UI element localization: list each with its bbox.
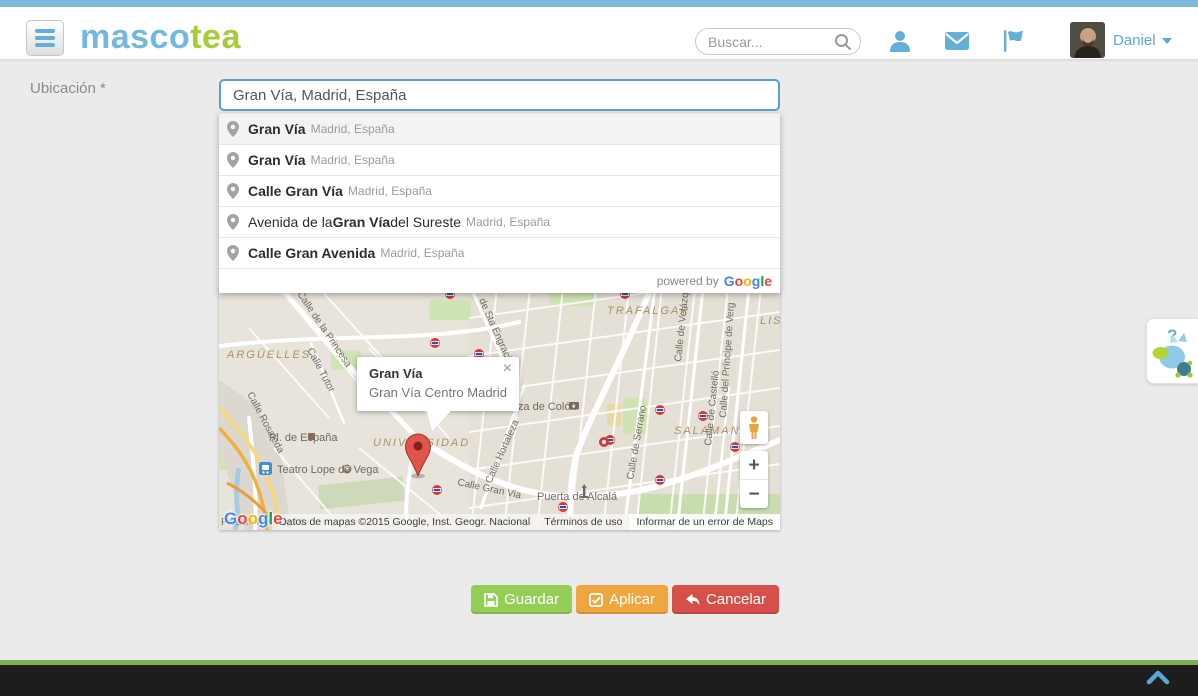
chevron-down-icon <box>1162 38 1172 44</box>
mascot-nose <box>1153 347 1169 359</box>
save-button[interactable]: Guardar <box>471 585 572 614</box>
logo[interactable]: mascotea <box>80 18 241 57</box>
suggestion-item[interactable]: Gran Vía Madrid, España <box>219 145 780 176</box>
pegman-icon <box>747 416 761 440</box>
train-station-icon <box>259 462 272 475</box>
suggestion-item[interactable]: Calle Gran Avenida Madrid, España <box>219 238 780 269</box>
zoom-controls: + − <box>740 451 768 508</box>
hamburger-icon <box>35 29 55 33</box>
roundabout-icon <box>599 437 609 447</box>
apply-button[interactable]: Aplicar <box>576 585 668 614</box>
map-attribution: Datos de mapas ©2015 Google, Inst. Geogr… <box>272 514 780 530</box>
suggestion-item[interactable]: Gran Vía Madrid, España <box>219 114 780 145</box>
suggestion-item[interactable]: Calle Gran Vía Madrid, España <box>219 176 780 207</box>
autocomplete-dropdown: Gran Vía Madrid, España Gran Vía Madrid,… <box>219 113 780 293</box>
avatar[interactable] <box>1070 22 1105 58</box>
svg-text:Teatro Lope de Vega: Teatro Lope de Vega <box>277 464 379 476</box>
place-pin-icon <box>227 152 239 168</box>
user-name: Daniel <box>1113 32 1156 49</box>
user-menu[interactable]: Daniel <box>1113 32 1172 49</box>
save-icon <box>484 593 498 607</box>
header: mascotea <box>0 7 1198 60</box>
powered-by-google: powered by Google <box>219 269 780 293</box>
menu-button[interactable] <box>26 20 64 56</box>
place-pin-icon <box>227 245 239 261</box>
top-accent-strip <box>0 0 1198 7</box>
search-input[interactable] <box>708 34 834 50</box>
mascot-ear <box>1178 333 1187 342</box>
svg-text:LIST: LIST <box>760 315 780 327</box>
terms-link[interactable]: Términos de uso <box>537 514 629 530</box>
place-pin-icon <box>227 183 239 199</box>
google-map-logo[interactable]: Google <box>224 509 283 529</box>
report-error-link[interactable]: Informar de un error de Maps <box>629 514 780 530</box>
user-icon[interactable] <box>887 29 913 53</box>
google-logo: Google <box>724 273 772 289</box>
location-label: Ubicación * <box>30 80 106 97</box>
zoom-out-button[interactable]: − <box>740 480 768 508</box>
form-actions: Guardar Aplicar Cancelar <box>471 585 779 614</box>
scroll-to-top-button[interactable] <box>1146 670 1170 685</box>
search-icon[interactable] <box>834 33 852 51</box>
messages-icon[interactable] <box>944 29 970 53</box>
info-window-tail <box>427 411 451 431</box>
cancel-undo-icon <box>685 593 700 607</box>
flag-icon[interactable] <box>1001 29 1027 53</box>
svg-text:ARGÜELLES: ARGÜELLES <box>226 349 311 361</box>
close-icon[interactable]: × <box>503 361 512 377</box>
cancel-button[interactable]: Cancelar <box>672 585 779 614</box>
suggestion-item[interactable]: Avenida de la Gran Vía del Sureste Madri… <box>219 207 780 238</box>
info-window-title: Gran Vía <box>369 366 507 381</box>
map-info-window: × Gran Vía Gran Vía Centro Madrid <box>357 357 519 411</box>
place-pin-icon <box>227 121 239 137</box>
help-widget[interactable]: ? <box>1146 318 1198 384</box>
zoom-in-button[interactable]: + <box>740 451 768 480</box>
apply-check-icon <box>589 593 603 607</box>
map-data-copyright: Datos de mapas ©2015 Google, Inst. Geogr… <box>272 514 537 530</box>
place-pin-icon <box>227 214 239 230</box>
footer <box>0 660 1198 696</box>
info-window-subtitle: Gran Vía Centro Madrid <box>369 385 507 400</box>
svg-text:Puerta de Alcalá: Puerta de Alcalá <box>537 491 618 503</box>
page: mascotea <box>0 0 1198 696</box>
search-box[interactable] <box>695 28 861 55</box>
pegman-button[interactable] <box>740 411 768 444</box>
google-map[interactable]: ARGÜELLES TRAFALGAR SALAMANCA LIST UNIVE… <box>219 288 780 530</box>
location-input[interactable] <box>219 79 780 111</box>
svg-text:Pl. de España: Pl. de España <box>269 432 338 444</box>
